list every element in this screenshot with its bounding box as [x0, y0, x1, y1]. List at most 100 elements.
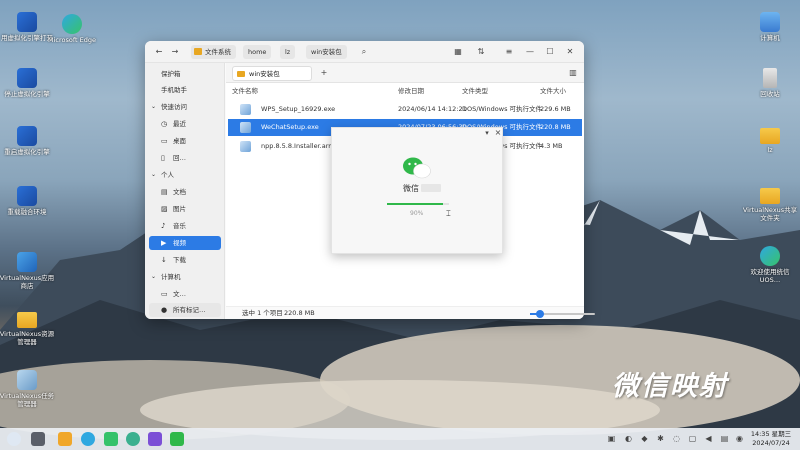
document-icon: ▤	[161, 188, 168, 196]
desktop-icon-computer[interactable]: 计算机	[742, 12, 798, 42]
sidebar-item-drive[interactable]: ▭ 文…	[149, 287, 221, 301]
gear-icon[interactable]: ✱	[656, 434, 665, 443]
desktop-icon-welcome[interactable]: 欢迎使用统信UOS…	[742, 246, 798, 284]
desktop-icon-explorer[interactable]: VirtualNexus资源管理器	[0, 312, 55, 346]
desktop-icon-reload[interactable]: 重载融合环境	[0, 186, 55, 216]
desktop-icon-engine-restart[interactable]: 重启虚拟化引擎	[0, 126, 55, 156]
wechat-file-icon	[240, 122, 251, 133]
wechat-logo-icon	[403, 157, 431, 179]
minimize-button[interactable]: —	[524, 46, 536, 58]
breadcrumb-lz[interactable]: lz	[280, 45, 296, 59]
app-store-taskbar-icon[interactable]	[104, 432, 118, 446]
column-header-size[interactable]: 文件大小	[540, 84, 566, 98]
desktop-icon: ▭	[161, 137, 168, 145]
breadcrumb-root[interactable]: 文件系统	[191, 45, 236, 59]
sidebar-item-documents[interactable]: ▤ 文档	[149, 185, 221, 199]
network-icon[interactable]: ▤	[720, 434, 729, 443]
notification-icon[interactable]: ◉	[735, 434, 744, 443]
settings-taskbar-icon[interactable]	[126, 432, 140, 446]
sidebar-item-music[interactable]: ♪ 音乐	[149, 219, 221, 233]
installer-app-name: 微信	[403, 184, 419, 193]
column-header-type[interactable]: 文件类型	[462, 84, 488, 98]
cursor-icon: ⌶	[446, 209, 451, 218]
breadcrumb-home[interactable]: home	[243, 45, 272, 59]
volume-icon[interactable]: ◀	[704, 434, 713, 443]
video-icon: ▶	[161, 239, 167, 247]
vnexus-engine-icon	[17, 12, 37, 32]
details-panel-icon[interactable]: ▥	[567, 67, 579, 79]
computer-icon	[760, 12, 780, 32]
install-progress-fill	[387, 203, 443, 205]
trash-icon: ▯	[161, 154, 165, 162]
tag-icon: ●	[161, 306, 168, 314]
chevron-down-icon: ⌄	[151, 171, 157, 178]
chevron-down-icon: ⌄	[151, 103, 157, 110]
edge-icon	[62, 14, 82, 34]
task-manager-icon	[17, 370, 37, 390]
terminal-taskbar-icon[interactable]	[148, 432, 162, 446]
sidebar-item-tags[interactable]: ● 所有标记…	[149, 303, 221, 317]
close-button[interactable]: ✕	[564, 46, 576, 58]
sidebar-item-videos[interactable]: ▶ 视频	[149, 236, 221, 250]
desktop-icon-edge[interactable]: Microsoft Edge	[44, 14, 100, 44]
sidebar-item-trash[interactable]: ▯ 回…	[149, 151, 221, 165]
desktop-icon-task-manager[interactable]: VirtualNexus任务管理器	[0, 370, 55, 408]
back-button[interactable]: ←	[153, 46, 165, 58]
installer-version-label	[421, 184, 441, 192]
desktop-icon-recycle-bin[interactable]: 回收站	[742, 68, 798, 98]
sidebar-group-personal[interactable]: ⌄ 个人	[149, 168, 221, 182]
app-tray-icon[interactable]: ◆	[640, 434, 649, 443]
screen-icon[interactable]: ▢	[688, 434, 697, 443]
search-icon[interactable]: ⌕	[358, 46, 370, 58]
folder-icon	[17, 312, 37, 328]
sidebar-item-pictures[interactable]: ▨ 图片	[149, 202, 221, 216]
sidebar-group-quick[interactable]: ⌄ 快速访问	[149, 100, 221, 114]
forward-button[interactable]: →	[169, 46, 181, 58]
launcher-icon[interactable]	[7, 432, 21, 446]
tab-win-installers[interactable]: win安装包	[232, 66, 312, 81]
drive-icon: ▭	[161, 290, 168, 298]
view-mode-icon[interactable]: ▦	[452, 46, 464, 58]
clock-icon: ◷	[161, 120, 168, 128]
column-header-date[interactable]: 修改日期	[398, 84, 424, 98]
headphone-icon[interactable]: ◌	[672, 434, 681, 443]
tray-app-icon[interactable]: ▣	[607, 434, 616, 443]
browser-taskbar-icon[interactable]	[81, 432, 95, 446]
sidebar-group-computer[interactable]: ⌄ 计算机	[149, 270, 221, 284]
watermark-text: 微信映射	[612, 371, 728, 402]
install-progress-label: 90%	[410, 210, 424, 217]
multitask-view-icon[interactable]	[31, 432, 45, 446]
sidebar-item-vault[interactable]: 保护箱	[149, 67, 221, 81]
file-manager-taskbar-icon[interactable]	[58, 432, 72, 446]
vnexus-stop-icon	[17, 68, 37, 88]
desktop-icon-engine-stop[interactable]: 停止虚拟化引擎	[0, 68, 55, 98]
sidebar-item-downloads[interactable]: ↓ 下载	[149, 253, 221, 267]
installer-close-button[interactable]: ×	[492, 127, 504, 139]
maximize-button[interactable]: ☐	[544, 46, 556, 58]
camera-icon[interactable]: ◐	[624, 434, 633, 443]
wechat-taskbar-icon[interactable]	[170, 432, 184, 446]
recycle-bin-icon	[763, 68, 777, 88]
breadcrumb-current[interactable]: win安装包	[306, 45, 347, 59]
zoom-slider-handle[interactable]	[535, 310, 544, 318]
sidebar-item-recent[interactable]: ◷ 最近	[149, 117, 221, 131]
zoom-slider[interactable]	[530, 310, 595, 318]
column-header-name[interactable]: 文件名称	[232, 84, 258, 98]
wechat-installer-dialog: ▾ × 微信 90%	[331, 127, 503, 254]
taskbar: ▣ ◐ ◆ ✱ ◌ ▢ ◀ ▤ ◉ 14:35 星期三 2024/07/24	[0, 428, 800, 450]
folder-icon	[194, 48, 202, 55]
sidebar-item-phone[interactable]: 手机助手	[149, 83, 221, 97]
add-tab-button[interactable]: +	[318, 67, 330, 79]
table-row[interactable]: WPS_Setup_16929.exe 2024/06/14 14:12:21 …	[228, 101, 582, 118]
desktop-icon-store[interactable]: VirtualNexus应用商店	[0, 252, 55, 290]
welcome-icon	[760, 246, 780, 266]
menu-icon[interactable]: ≡	[503, 46, 515, 58]
sidebar: 保护箱 手机助手 ⌄ 快速访问 ◷ 最近 ▭ 桌面 ▯ 回… ⌄ 个人 ▤ 文档 ▨ 图片 ♪…	[145, 63, 225, 319]
status-selected-size: 220.8 MB	[284, 309, 315, 317]
image-icon: ▨	[161, 205, 168, 213]
sidebar-item-desktop[interactable]: ▭ 桌面	[149, 134, 221, 148]
sort-icon[interactable]: ⇅	[475, 46, 487, 58]
desktop-icon-shared-folder[interactable]: VirtualNexus共享文件夹	[742, 188, 798, 222]
desktop-icon-lz[interactable]: lz	[742, 128, 798, 154]
taskbar-clock[interactable]: 14:35 星期三 2024/07/24	[748, 430, 794, 448]
